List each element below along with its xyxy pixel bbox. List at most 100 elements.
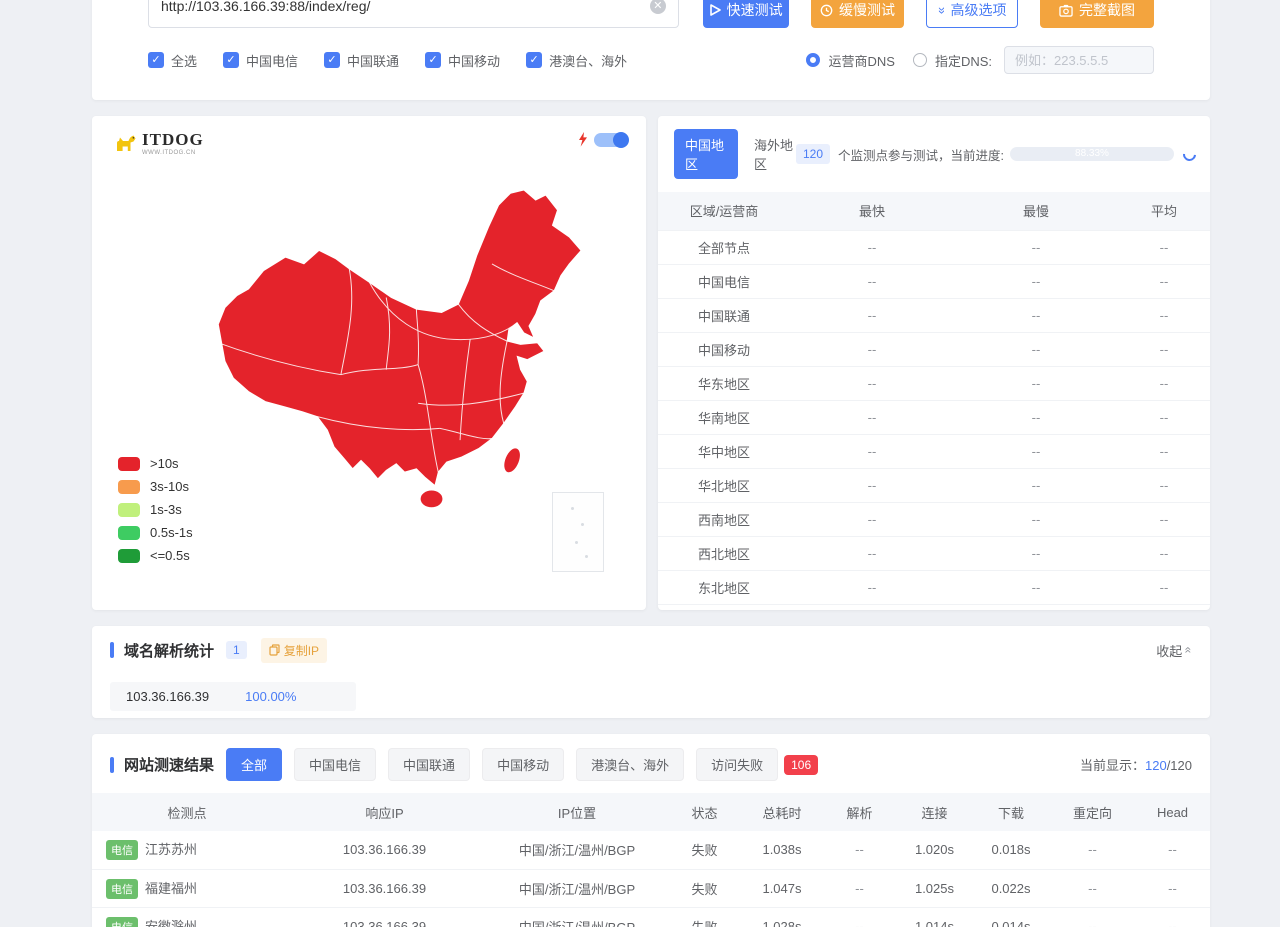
col-average: 平均 [1118, 192, 1210, 230]
table-row: 西南地区------ [658, 502, 1210, 536]
test-config-panel: ✕ 快速测试 缓慢测试 « 高级选项 完整截图 ✓ 全选 [92, 0, 1210, 100]
checkbox-china-unicom[interactable]: ✓ 中国联通 [324, 51, 399, 70]
monitor-count-badge: 120 [796, 144, 830, 164]
url-input[interactable] [161, 0, 650, 14]
table-row: 华北地区------ [658, 468, 1210, 502]
carrier-badge: 电信 [106, 840, 138, 860]
failed-count-badge: 106 [784, 755, 818, 775]
checkbox-china-mobile[interactable]: ✓ 中国移动 [425, 51, 500, 70]
filter-tab-telecom[interactable]: 中国电信 [294, 748, 376, 781]
legend-swatch [118, 549, 140, 563]
col-resolve: 解析 [822, 793, 897, 831]
table-row: 电信安徽滁州 103.36.166.39中国/浙江/温州/BGP 失败 1.02… [92, 907, 1210, 927]
filter-tab-all[interactable]: 全部 [226, 748, 282, 781]
copy-ip-button[interactable]: 复制IP [261, 638, 327, 663]
china-map-panel: ITDOG WWW.ITDOG.CN [92, 116, 646, 610]
checkbox-checked-icon: ✓ [148, 52, 164, 68]
advanced-options-button[interactable]: « 高级选项 [926, 0, 1018, 28]
hainan-island [421, 491, 443, 508]
progress-bar: 88.33% [1010, 147, 1174, 161]
chevrons-down-icon: « [933, 6, 948, 13]
radio-custom-dns[interactable] [913, 53, 927, 67]
display-count: 当前显示：120/120 [1080, 755, 1192, 774]
table-row: 中国移动------ [658, 332, 1210, 366]
legend-swatch [118, 480, 140, 494]
radio-custom-dns-label: 指定DNS: [935, 51, 992, 70]
taiwan-island [501, 446, 523, 474]
checkbox-checked-icon: ✓ [526, 52, 542, 68]
legend-swatch [118, 457, 140, 471]
collapse-button[interactable]: 收起 « [1156, 641, 1192, 660]
col-connect: 连接 [897, 793, 972, 831]
col-ip-location: IP位置 [487, 793, 667, 831]
checkbox-checked-icon: ✓ [223, 52, 239, 68]
table-row: 电信江苏苏州 103.36.166.39中国/浙江/温州/BGP 失败 1.03… [92, 831, 1210, 869]
logo-subtitle: WWW.ITDOG.CN [142, 150, 204, 156]
resolved-ip: 103.36.166.39 [126, 689, 209, 704]
legend-item: 1s-3s [118, 502, 193, 517]
south-china-sea-inset [552, 492, 604, 572]
custom-dns-input[interactable] [1004, 46, 1154, 74]
progress-label: 个监测点参与测试，当前进度: [838, 145, 1004, 164]
table-row: 中国电信------ [658, 264, 1210, 298]
filter-tab-overseas[interactable]: 港澳台、海外 [576, 748, 684, 781]
play-icon [710, 4, 721, 16]
section-accent-bar [110, 642, 114, 658]
col-total-time: 总耗时 [742, 793, 822, 831]
full-screenshot-button[interactable]: 完整截图 [1040, 0, 1154, 28]
resolved-ip-row: 103.36.166.39 100.00% [110, 682, 356, 711]
dns-count-badge: 1 [226, 641, 247, 659]
col-redirect: 重定向 [1050, 793, 1135, 831]
lightning-icon [578, 132, 588, 147]
legend-swatch [118, 503, 140, 517]
legend-item: 0.5s-1s [118, 525, 193, 540]
resolved-percent[interactable]: 100.00% [245, 689, 296, 704]
legend-item: <=0.5s [118, 548, 193, 563]
slow-test-button[interactable]: 缓慢测试 [811, 0, 903, 28]
results-table: 检测点 响应IP IP位置 状态 总耗时 解析 连接 下载 重定向 Head 电… [92, 793, 1210, 927]
progress-percent: 88.33% [1010, 147, 1174, 161]
col-head: Head [1135, 793, 1210, 831]
tab-overseas-region[interactable]: 海外地区 [754, 135, 796, 173]
logo-title: ITDOG [142, 130, 204, 150]
realtime-toggle[interactable] [594, 133, 628, 147]
dog-icon [114, 133, 138, 153]
carrier-badge: 电信 [106, 917, 138, 927]
status-badge: 失败 [667, 907, 742, 927]
table-row: 中国联通------ [658, 298, 1210, 332]
table-row: 华中地区------ [658, 434, 1210, 468]
filter-tab-unicom[interactable]: 中国联通 [388, 748, 470, 781]
legend-item: 3s-10s [118, 479, 193, 494]
table-row: 电信福建福州 103.36.166.39中国/浙江/温州/BGP 失败 1.04… [92, 869, 1210, 907]
fast-test-button[interactable]: 快速测试 [703, 0, 789, 28]
filter-tab-failed[interactable]: 访问失败 [696, 748, 778, 781]
checkbox-checked-icon: ✓ [425, 52, 441, 68]
clear-input-icon[interactable]: ✕ [650, 0, 666, 14]
copy-icon [269, 644, 280, 656]
status-badge: 失败 [667, 831, 742, 869]
table-row: 东北地区------ [658, 570, 1210, 604]
region-stats-panel: 中国地区 海外地区 120 个监测点参与测试，当前进度: 88.33% 区域/运… [658, 116, 1210, 610]
region-stats-table: 区域/运营商 最快 最慢 平均 全部节点------ 中国电信------ 中国… [658, 192, 1210, 610]
screenshot-icon [1059, 4, 1073, 17]
col-node: 检测点 [92, 793, 282, 831]
radio-isp-dns[interactable] [806, 53, 820, 67]
col-download: 下载 [972, 793, 1050, 831]
itdog-logo: ITDOG WWW.ITDOG.CN [114, 130, 204, 156]
url-input-wrapper: ✕ [148, 0, 679, 28]
checkbox-checked-icon: ✓ [324, 52, 340, 68]
checkbox-china-telecom[interactable]: ✓ 中国电信 [223, 51, 298, 70]
radio-isp-dns-label: 运营商DNS [828, 51, 894, 70]
tab-china-region[interactable]: 中国地区 [674, 129, 738, 179]
checkbox-hkmotw-overseas[interactable]: ✓ 港澳台、海外 [526, 51, 627, 70]
toggle-knob [613, 132, 629, 148]
chevrons-up-icon: « [1182, 647, 1196, 654]
loading-spinner-icon [1180, 145, 1198, 163]
table-row: 全部节点------ [658, 230, 1210, 264]
map-legend: >10s 3s-10s 1s-3s 0.5s-1s <=0.5s [118, 456, 193, 571]
table-row: 西北地区------ [658, 536, 1210, 570]
checkbox-select-all[interactable]: ✓ 全选 [148, 51, 197, 70]
filter-tab-mobile[interactable]: 中国移动 [482, 748, 564, 781]
speed-results-panel: 网站测速结果 全部 中国电信 中国联通 中国移动 港澳台、海外 访问失败 106… [92, 734, 1210, 927]
table-row: 港澳台------ [658, 604, 1210, 610]
